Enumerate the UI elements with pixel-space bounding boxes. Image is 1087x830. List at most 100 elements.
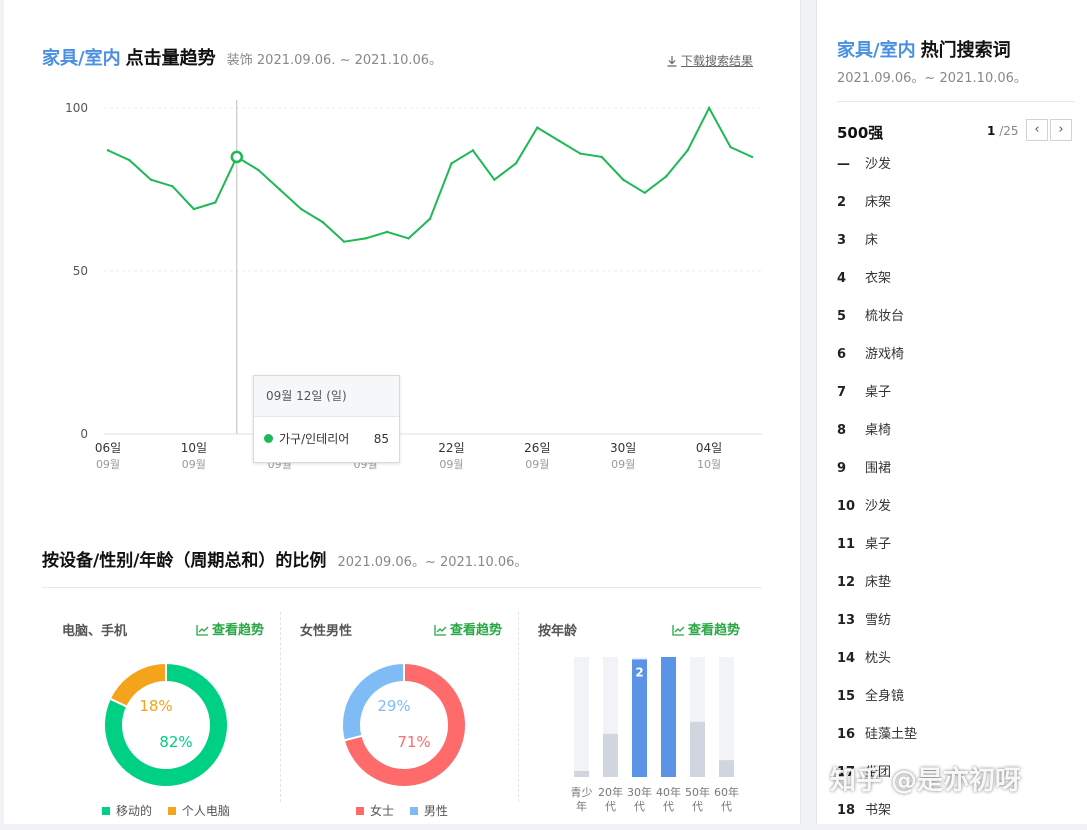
- keyword-rank-item[interactable]: 4 衣架: [837, 260, 917, 298]
- data-point: [686, 149, 689, 152]
- data-point: [471, 149, 475, 152]
- data-point: [493, 178, 496, 181]
- device-donut-chart: 82% 18%: [103, 661, 229, 788]
- age-bar-label: 20年: [598, 785, 623, 799]
- keyword-rank-item[interactable]: 10 沙发: [837, 488, 917, 526]
- rank-number: 5: [837, 309, 847, 324]
- keyword-rank-item[interactable]: 3床: [837, 222, 917, 260]
- age-bar-label: 60年: [714, 785, 739, 799]
- x-tick-day: 22일: [438, 441, 464, 455]
- keyword-rank-item[interactable]: 14 枕头: [837, 640, 917, 678]
- age-label: 按年龄: [538, 624, 578, 639]
- rank-number: 12: [837, 575, 856, 590]
- data-point: [192, 207, 196, 211]
- series-line: [107, 105, 753, 243]
- keyword-rank-item[interactable]: 9 围裙: [837, 450, 917, 488]
- age-bar-label: 年: [576, 799, 587, 813]
- tooltip-series-dot: [264, 434, 273, 443]
- keyword-rank-item[interactable]: 7 桌子: [837, 374, 917, 412]
- data-point: [450, 162, 453, 165]
- x-tick-day: 26일: [524, 441, 550, 455]
- rank-number: 13: [837, 613, 856, 628]
- x-tick-day: 04일: [696, 441, 722, 455]
- keyword-rank-item[interactable]: 11 桌子: [837, 526, 917, 564]
- age-bar: [719, 760, 734, 777]
- popular-keywords-panel: 家具/室内 热门搜索词 2021.09.06。~ 2021.10.06。 500…: [816, 0, 1087, 824]
- slice-label: 82%: [159, 733, 192, 751]
- y-tick-label: 50: [73, 264, 88, 278]
- data-point: [321, 220, 324, 224]
- rank-keyword: 床架: [865, 195, 892, 210]
- chevron-left-icon: ‹: [1034, 122, 1040, 137]
- rank-keyword: 枕头: [865, 651, 892, 666]
- y-tick-label: 100: [65, 101, 88, 115]
- age-bar: [661, 657, 676, 777]
- rank-number: 10: [837, 499, 856, 514]
- data-point: [707, 106, 711, 110]
- popular-divider: [837, 101, 1075, 102]
- x-tick-day: 30일: [610, 441, 636, 455]
- rank-keyword: 雪纺: [865, 613, 892, 628]
- age-bar: [690, 721, 705, 777]
- data-point: [557, 139, 560, 142]
- data-point: [257, 168, 260, 172]
- x-tick-month: 09월: [182, 458, 206, 471]
- keyword-rank-item[interactable]: 15 全身镜: [837, 678, 917, 716]
- keyword-rank-item[interactable]: 18 书架: [837, 792, 917, 830]
- section-divider: [42, 587, 762, 588]
- keyword-rank-item[interactable]: 13 雪纺: [837, 602, 917, 640]
- data-point: [514, 162, 518, 165]
- slice-label: 18%: [139, 697, 172, 715]
- device-label: 电脑、手机: [62, 624, 128, 639]
- rank-number: 6: [837, 347, 847, 362]
- gender-donut-chart: 71% 29%: [341, 661, 467, 788]
- prev-page-button[interactable]: ‹: [1026, 119, 1048, 141]
- age-bar: [574, 771, 589, 777]
- gender-trend-link[interactable]: 查看趋势: [434, 619, 502, 638]
- rank-number: —: [837, 157, 850, 172]
- click-trend-chart: 05010006일09월10일09월14일09월18일09월22일09월26일0…: [65, 100, 762, 471]
- data-point: [106, 149, 110, 152]
- rank-keyword: 梳妆台: [865, 309, 905, 324]
- age-trend-link[interactable]: 查看趋势: [672, 619, 740, 638]
- column-divider: [518, 612, 519, 802]
- rank-number: 3: [837, 233, 847, 248]
- trend-chart-icon: [672, 625, 685, 636]
- keyword-rank-item[interactable]: — 沙发: [837, 146, 917, 184]
- data-point: [622, 178, 625, 181]
- keyword-rank-item[interactable]: 16 硅藻土垫: [837, 716, 917, 754]
- tooltip-value: 85: [373, 432, 389, 446]
- data-point: [128, 158, 131, 162]
- age-bar-label: 代: [721, 800, 732, 813]
- rank-keyword: 衣架: [865, 271, 892, 286]
- data-point: [579, 152, 582, 155]
- rank-number: 11: [837, 537, 856, 552]
- legend-swatch: [102, 807, 110, 815]
- device-trend-link[interactable]: 查看趋势: [196, 619, 264, 638]
- legend-swatch: [167, 807, 176, 815]
- popular-title: 家具/室内 热门搜索词: [837, 36, 1011, 62]
- keyword-rank-item[interactable]: 8 桌椅: [837, 412, 917, 450]
- data-point: [664, 175, 668, 178]
- keyword-rank-item[interactable]: 6 游戏椅: [837, 336, 917, 374]
- data-point: [149, 178, 153, 181]
- keyword-rank-item[interactable]: 2 床架: [837, 184, 917, 222]
- rank-number: 8: [837, 423, 847, 438]
- y-tick-label: 0: [80, 427, 88, 441]
- age-bar-track: [719, 657, 734, 777]
- slice-label: 29%: [377, 697, 410, 715]
- rank-number: 14: [837, 651, 856, 666]
- popular-title-category: 家具/室内: [837, 40, 916, 61]
- slice-label: 71%: [397, 733, 430, 751]
- chevron-right-icon: ›: [1058, 122, 1064, 137]
- data-point: [171, 185, 174, 188]
- next-page-button[interactable]: ›: [1050, 119, 1072, 141]
- keyword-rank-item[interactable]: 12 床垫: [837, 564, 917, 602]
- rank-keyword: 桌子: [865, 385, 892, 400]
- data-point: [729, 145, 732, 149]
- keyword-rank-item[interactable]: 5 梳妆台: [837, 298, 917, 336]
- age-bar-label: 50年: [685, 785, 710, 799]
- ratio-date: 2021.09.06。~ 2021.10.06。: [337, 555, 528, 570]
- x-tick-month: 09월: [439, 458, 463, 471]
- rank-number: 2: [837, 195, 847, 210]
